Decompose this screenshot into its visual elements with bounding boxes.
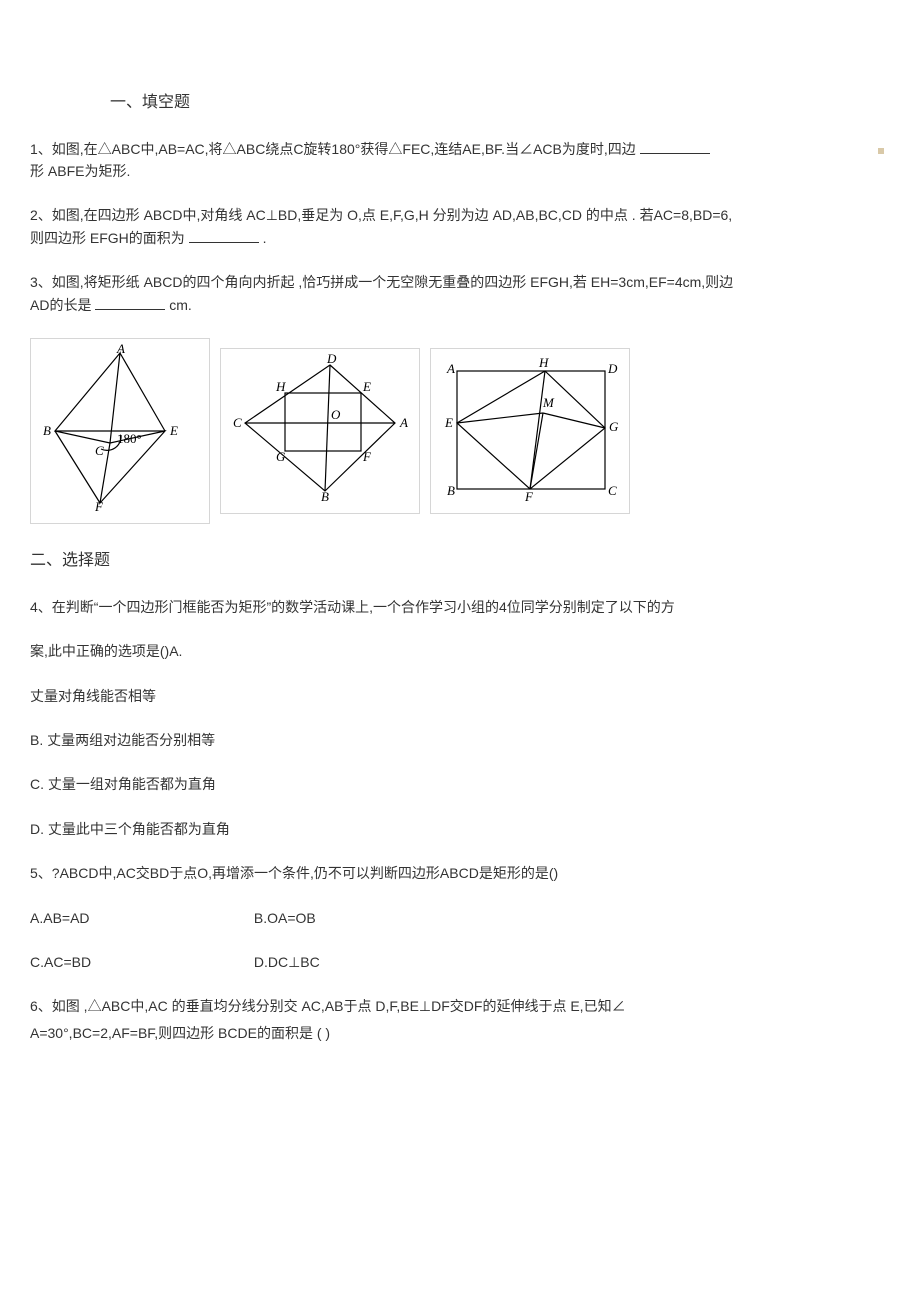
question-5-stem: 5、?ABCD中,AC交BD于点O,再增添一个条件,仍不可以判断四边形ABCD是… xyxy=(30,862,890,884)
figure-row: A B C E F 180° D A B C H xyxy=(30,338,890,524)
q5-optD: D.DC⊥BC xyxy=(254,951,474,973)
question-2: 2、如图,在四边形 ABCD中,对角线 AC⊥BD,垂足为 O,点 E,F,G,… xyxy=(30,204,890,249)
page-marker xyxy=(878,148,884,154)
fig2-label-G: G xyxy=(276,449,286,464)
figure-3-svg: A D B C H G F E M xyxy=(435,353,625,503)
question-4-optB: B. 丈量两组对边能否分别相等 xyxy=(30,729,890,751)
question-4-optD: D. 丈量此中三个角能否都为直角 xyxy=(30,818,890,840)
question-3: 3、如图,将矩形纸 ABCD的四个角向内折起 ,恰巧拼成一个无空隙无重叠的四边形… xyxy=(30,271,890,316)
figure-3: A D B C H G F E M xyxy=(430,348,630,514)
q3-blank xyxy=(95,295,165,310)
question-6-line1: 6、如图 ,△ABC中,AC 的垂直均分线分别交 AC,AB于点 D,F,BE⊥… xyxy=(30,995,890,1017)
fig3-label-M: M xyxy=(542,395,555,410)
question-5-row1: A.AB=AD B.OA=OB xyxy=(30,907,890,929)
q1-blank xyxy=(640,139,710,154)
q3-line2b: cm. xyxy=(169,297,192,313)
fig2-label-F: F xyxy=(362,449,372,464)
q2-line1: 2、如图,在四边形 ABCD中,对角线 AC⊥BD,垂足为 O,点 E,F,G,… xyxy=(30,207,732,223)
fig1-label-A: A xyxy=(116,343,125,356)
q2-blank xyxy=(189,228,259,243)
question-4-line2: 案,此中正确的选项是()A. xyxy=(30,640,890,662)
question-1: 1、如图,在△ABC中,AB=AC,将△ABC绕点C旋转180°获得△FEC,连… xyxy=(30,138,890,183)
question-4-optC: C. 丈量一组对角能否都为直角 xyxy=(30,773,890,795)
fig2-label-A: A xyxy=(399,415,408,430)
fig3-label-C: C xyxy=(608,483,617,498)
fig3-label-B: B xyxy=(447,483,455,498)
fig3-label-H: H xyxy=(538,355,549,370)
q5-optA: A.AB=AD xyxy=(30,907,250,929)
fig1-label-angle: 180° xyxy=(117,431,142,446)
fig3-label-F: F xyxy=(524,489,534,503)
fig3-label-D: D xyxy=(607,361,618,376)
document-page: 一、填空题 1、如图,在△ABC中,AB=AC,将△ABC绕点C旋转180°获得… xyxy=(0,0,920,1106)
figure-1-svg: A B C E F 180° xyxy=(35,343,205,513)
question-4-line1: 4、在判断“一个四边形门框能否为矩形”的数学活动课上,一个合作学习小组的4位同学… xyxy=(30,596,890,618)
q3-line1: 3、如图,将矩形纸 ABCD的四个角向内折起 ,恰巧拼成一个无空隙无重叠的四边形… xyxy=(30,274,733,290)
fig3-label-E: E xyxy=(444,415,453,430)
fig2-label-D: D xyxy=(326,353,337,366)
q2-line2a: 则四边形 EFGH的面积为 xyxy=(30,230,185,246)
section-2-heading: 二、选择题 xyxy=(30,548,890,574)
fig2-label-C: C xyxy=(233,415,242,430)
fig1-label-C: C xyxy=(95,443,104,458)
q5-optB: B.OA=OB xyxy=(254,907,474,929)
fig3-label-G: G xyxy=(609,419,619,434)
section-1-heading: 一、填空题 xyxy=(110,90,890,116)
question-6-line2: A=30°,BC=2,AF=BF,则四边形 BCDE的面积是 ( ) xyxy=(30,1022,890,1044)
q2-line2b: . xyxy=(263,230,267,246)
fig1-label-E: E xyxy=(169,423,178,438)
question-5-row2: C.AC=BD D.DC⊥BC xyxy=(30,951,890,973)
question-4-line3: 丈量对角线能否相等 xyxy=(30,685,890,707)
q1-line2: 形 ABFE为矩形. xyxy=(30,163,130,179)
fig2-label-O: O xyxy=(331,407,341,422)
q5-optC: C.AC=BD xyxy=(30,951,250,973)
fig2-label-B: B xyxy=(321,489,329,503)
figure-2: D A B C H E F G O xyxy=(220,348,420,514)
q3-line2a: AD的长是 xyxy=(30,297,91,313)
fig1-label-B: B xyxy=(43,423,51,438)
fig2-label-E: E xyxy=(362,379,371,394)
fig3-label-A: A xyxy=(446,361,455,376)
figure-1: A B C E F 180° xyxy=(30,338,210,524)
figure-2-svg: D A B C H E F G O xyxy=(225,353,415,503)
fig1-label-F: F xyxy=(94,499,104,513)
q1-line1: 1、如图,在△ABC中,AB=AC,将△ABC绕点C旋转180°获得△FEC,连… xyxy=(30,141,636,157)
fig2-label-H: H xyxy=(275,379,286,394)
